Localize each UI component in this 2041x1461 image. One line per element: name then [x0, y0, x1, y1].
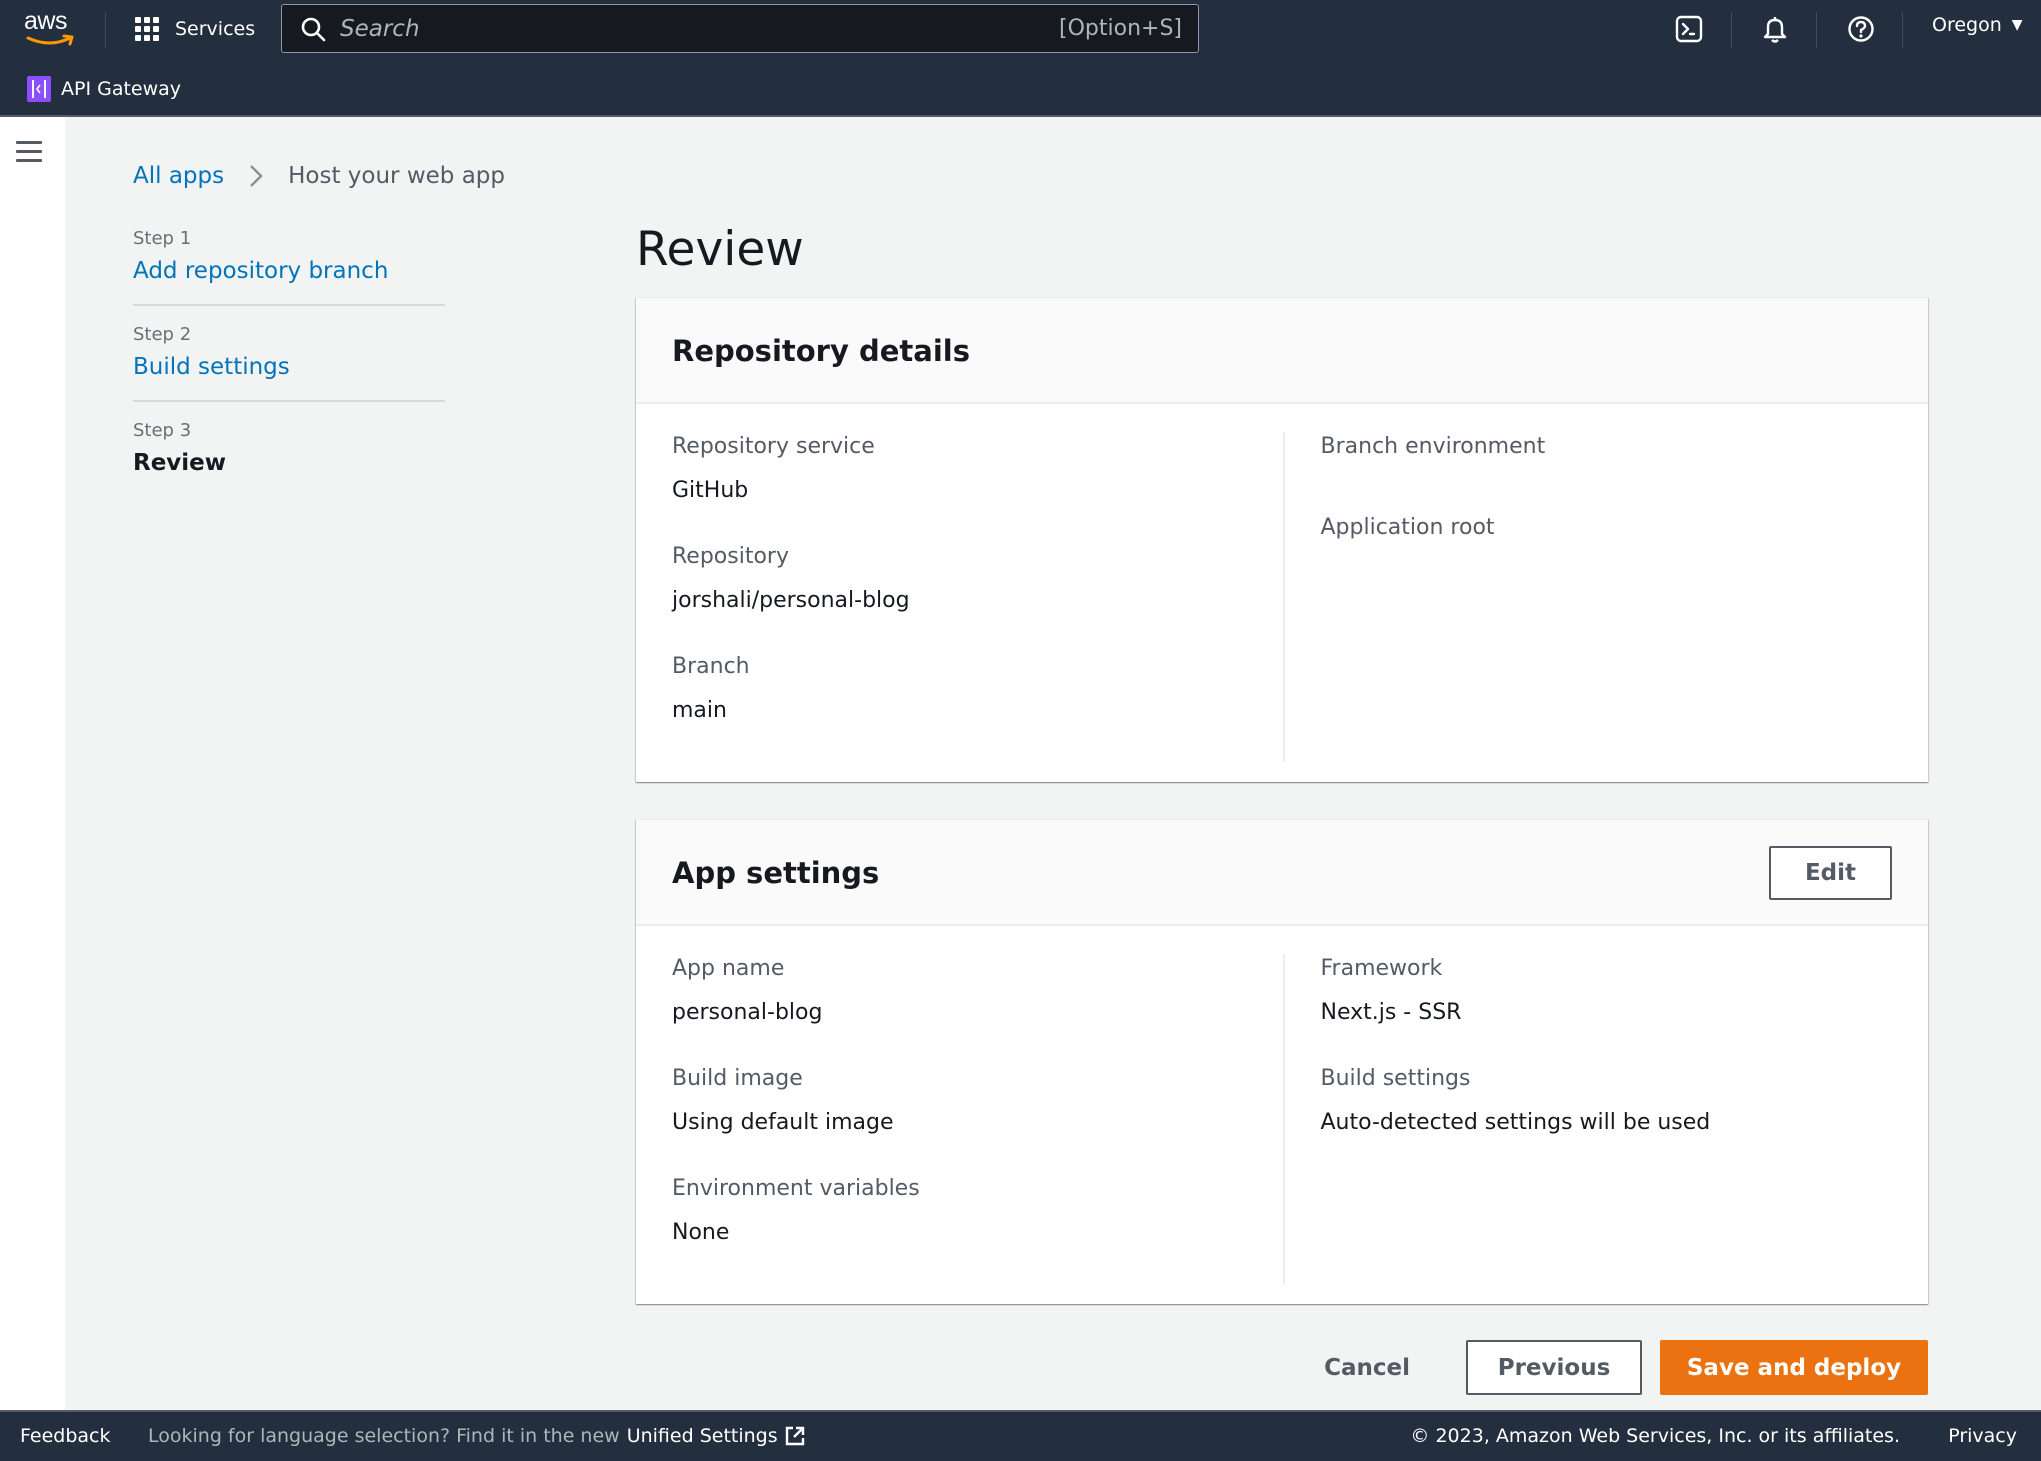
search-shortcut-hint: [Option+S] — [1059, 16, 1182, 41]
field-label: App name — [672, 956, 785, 981]
panel-body: Repository service GitHub Repository jor… — [636, 404, 1928, 790]
page-title: Review — [636, 222, 804, 277]
step-number: Step 1 — [133, 228, 192, 249]
repository-details-panel: Repository details Repository service Gi… — [636, 297, 1928, 782]
wizard-step-3: Step 3 Review — [133, 400, 445, 496]
search-icon — [301, 17, 326, 41]
step-link-add-repository-branch[interactable]: Add repository branch — [133, 258, 445, 284]
language-notice: Looking for language selection? Find it … — [148, 1425, 806, 1447]
field-label: Repository — [672, 544, 789, 569]
field-value: Using default image — [672, 1110, 894, 1135]
step-number: Step 3 — [133, 420, 192, 441]
save-and-deploy-button[interactable]: Save and deploy — [1660, 1340, 1928, 1395]
field-branch: Branch main — [672, 652, 1253, 726]
cancel-button[interactable]: Cancel — [1324, 1355, 1410, 1381]
field-environment-variables: Environment variables None — [672, 1174, 1253, 1248]
help-icon — [1848, 16, 1874, 42]
hamburger-icon — [16, 141, 42, 144]
field-value: Next.js - SSR — [1320, 1000, 1462, 1025]
region-selector[interactable]: Oregon ▼ — [1932, 14, 2023, 36]
field-repository: Repository jorshali/personal-blog — [672, 542, 1253, 616]
services-menu-button[interactable]: Services — [135, 14, 255, 44]
top-bar: aws Services [Option+S] — [0, 0, 2041, 58]
right-column: Framework Next.js - SSR Build settings A… — [1282, 954, 1893, 1284]
wizard-steps: Step 1 Add repository branch Step 2 Buil… — [133, 228, 445, 496]
app-settings-panel: App settings Edit App name personal-blog… — [636, 819, 1928, 1304]
field-label: Branch environment — [1320, 434, 1546, 459]
field-label: Repository service — [672, 434, 875, 459]
step-number: Step 2 — [133, 324, 192, 345]
console-footer: Feedback Looking for language selection?… — [0, 1410, 2041, 1461]
field-label: Framework — [1320, 956, 1443, 981]
previous-button[interactable]: Previous — [1466, 1340, 1642, 1395]
smile-arrow-icon — [26, 34, 74, 46]
service-shortcut-api-gateway[interactable]: API Gateway — [61, 78, 181, 100]
search-box[interactable]: [Option+S] — [281, 4, 1199, 53]
wizard-step-2: Step 2 Build settings — [133, 304, 445, 400]
edit-button[interactable]: Edit — [1769, 846, 1892, 900]
divider — [1816, 12, 1817, 48]
field-value: GitHub — [672, 478, 749, 503]
external-link-icon — [785, 1426, 804, 1446]
feedback-link[interactable]: Feedback — [20, 1425, 110, 1447]
right-column: Branch environment Application root — [1282, 432, 1893, 762]
field-label: Build settings — [1320, 1066, 1471, 1091]
field-app-name: App name personal-blog — [672, 954, 1253, 1028]
chevron-right-icon — [250, 165, 263, 187]
field-branch-environment: Branch environment — [1321, 432, 1893, 462]
field-label: Branch — [672, 654, 750, 679]
field-framework: Framework Next.js - SSR — [1321, 954, 1893, 1028]
divider — [105, 12, 106, 48]
search-input[interactable] — [340, 15, 1059, 42]
panel-body: App name personal-blog Build image Using… — [636, 926, 1928, 1312]
step-link-build-settings[interactable]: Build settings — [133, 354, 445, 380]
field-build-image: Build image Using default image — [672, 1064, 1253, 1138]
field-value: main — [672, 698, 727, 723]
field-value: None — [672, 1220, 730, 1245]
panel-title: App settings — [672, 856, 880, 890]
services-label: Services — [175, 18, 256, 40]
field-value: jorshali/personal-blog — [672, 588, 910, 613]
breadcrumb-current: Host your web app — [288, 163, 505, 189]
divider — [1902, 12, 1903, 48]
wizard-actions: Cancel Previous Save and deploy — [1324, 1340, 1928, 1395]
aws-logo[interactable]: aws — [24, 8, 80, 48]
aws-logo-text: aws — [24, 7, 67, 35]
grid-icon — [135, 17, 159, 41]
divider — [1731, 12, 1732, 48]
wizard-step-1: Step 1 Add repository branch — [133, 228, 445, 304]
step-current-review: Review — [133, 450, 227, 476]
field-build-settings: Build settings Auto-detected settings wi… — [1321, 1064, 1893, 1138]
help-button[interactable] — [1845, 13, 1877, 45]
cloudshell-button[interactable] — [1673, 13, 1705, 45]
left-column: App name personal-blog Build image Using… — [672, 954, 1283, 1284]
side-navigation-rail — [0, 117, 65, 1410]
copyright-text: © 2023, Amazon Web Services, Inc. or its… — [1410, 1425, 1900, 1447]
top-navigation: aws Services [Option+S] — [0, 0, 2041, 117]
field-value: personal-blog — [672, 1000, 823, 1025]
privacy-link[interactable]: Privacy — [1948, 1425, 2017, 1447]
panel-title: Repository details — [672, 334, 970, 368]
field-label: Build image — [672, 1066, 803, 1091]
caret-down-icon: ▼ — [2011, 17, 2023, 33]
field-application-root: Application root — [1321, 513, 1893, 543]
menu-toggle-button[interactable] — [16, 141, 42, 163]
api-gateway-service-icon — [27, 76, 51, 102]
cloudshell-icon — [1675, 15, 1703, 43]
notifications-button[interactable] — [1759, 13, 1791, 45]
left-column: Repository service GitHub Repository jor… — [672, 432, 1283, 762]
panel-header: App settings Edit — [636, 820, 1928, 926]
field-repository-service: Repository service GitHub — [672, 432, 1253, 506]
bell-icon — [1763, 17, 1787, 43]
breadcrumb: All apps Host your web app — [133, 163, 505, 189]
field-value: Auto-detected settings will be used — [1320, 1110, 1711, 1135]
panel-header: Repository details — [636, 298, 1928, 404]
field-label: Environment variables — [672, 1176, 920, 1201]
unified-settings-link[interactable]: Unified Settings — [627, 1425, 778, 1447]
breadcrumb-all-apps[interactable]: All apps — [133, 163, 224, 189]
region-label: Oregon — [1932, 14, 2002, 36]
field-label: Application root — [1320, 515, 1495, 540]
language-prompt-text: Looking for language selection? Find it … — [148, 1425, 620, 1447]
